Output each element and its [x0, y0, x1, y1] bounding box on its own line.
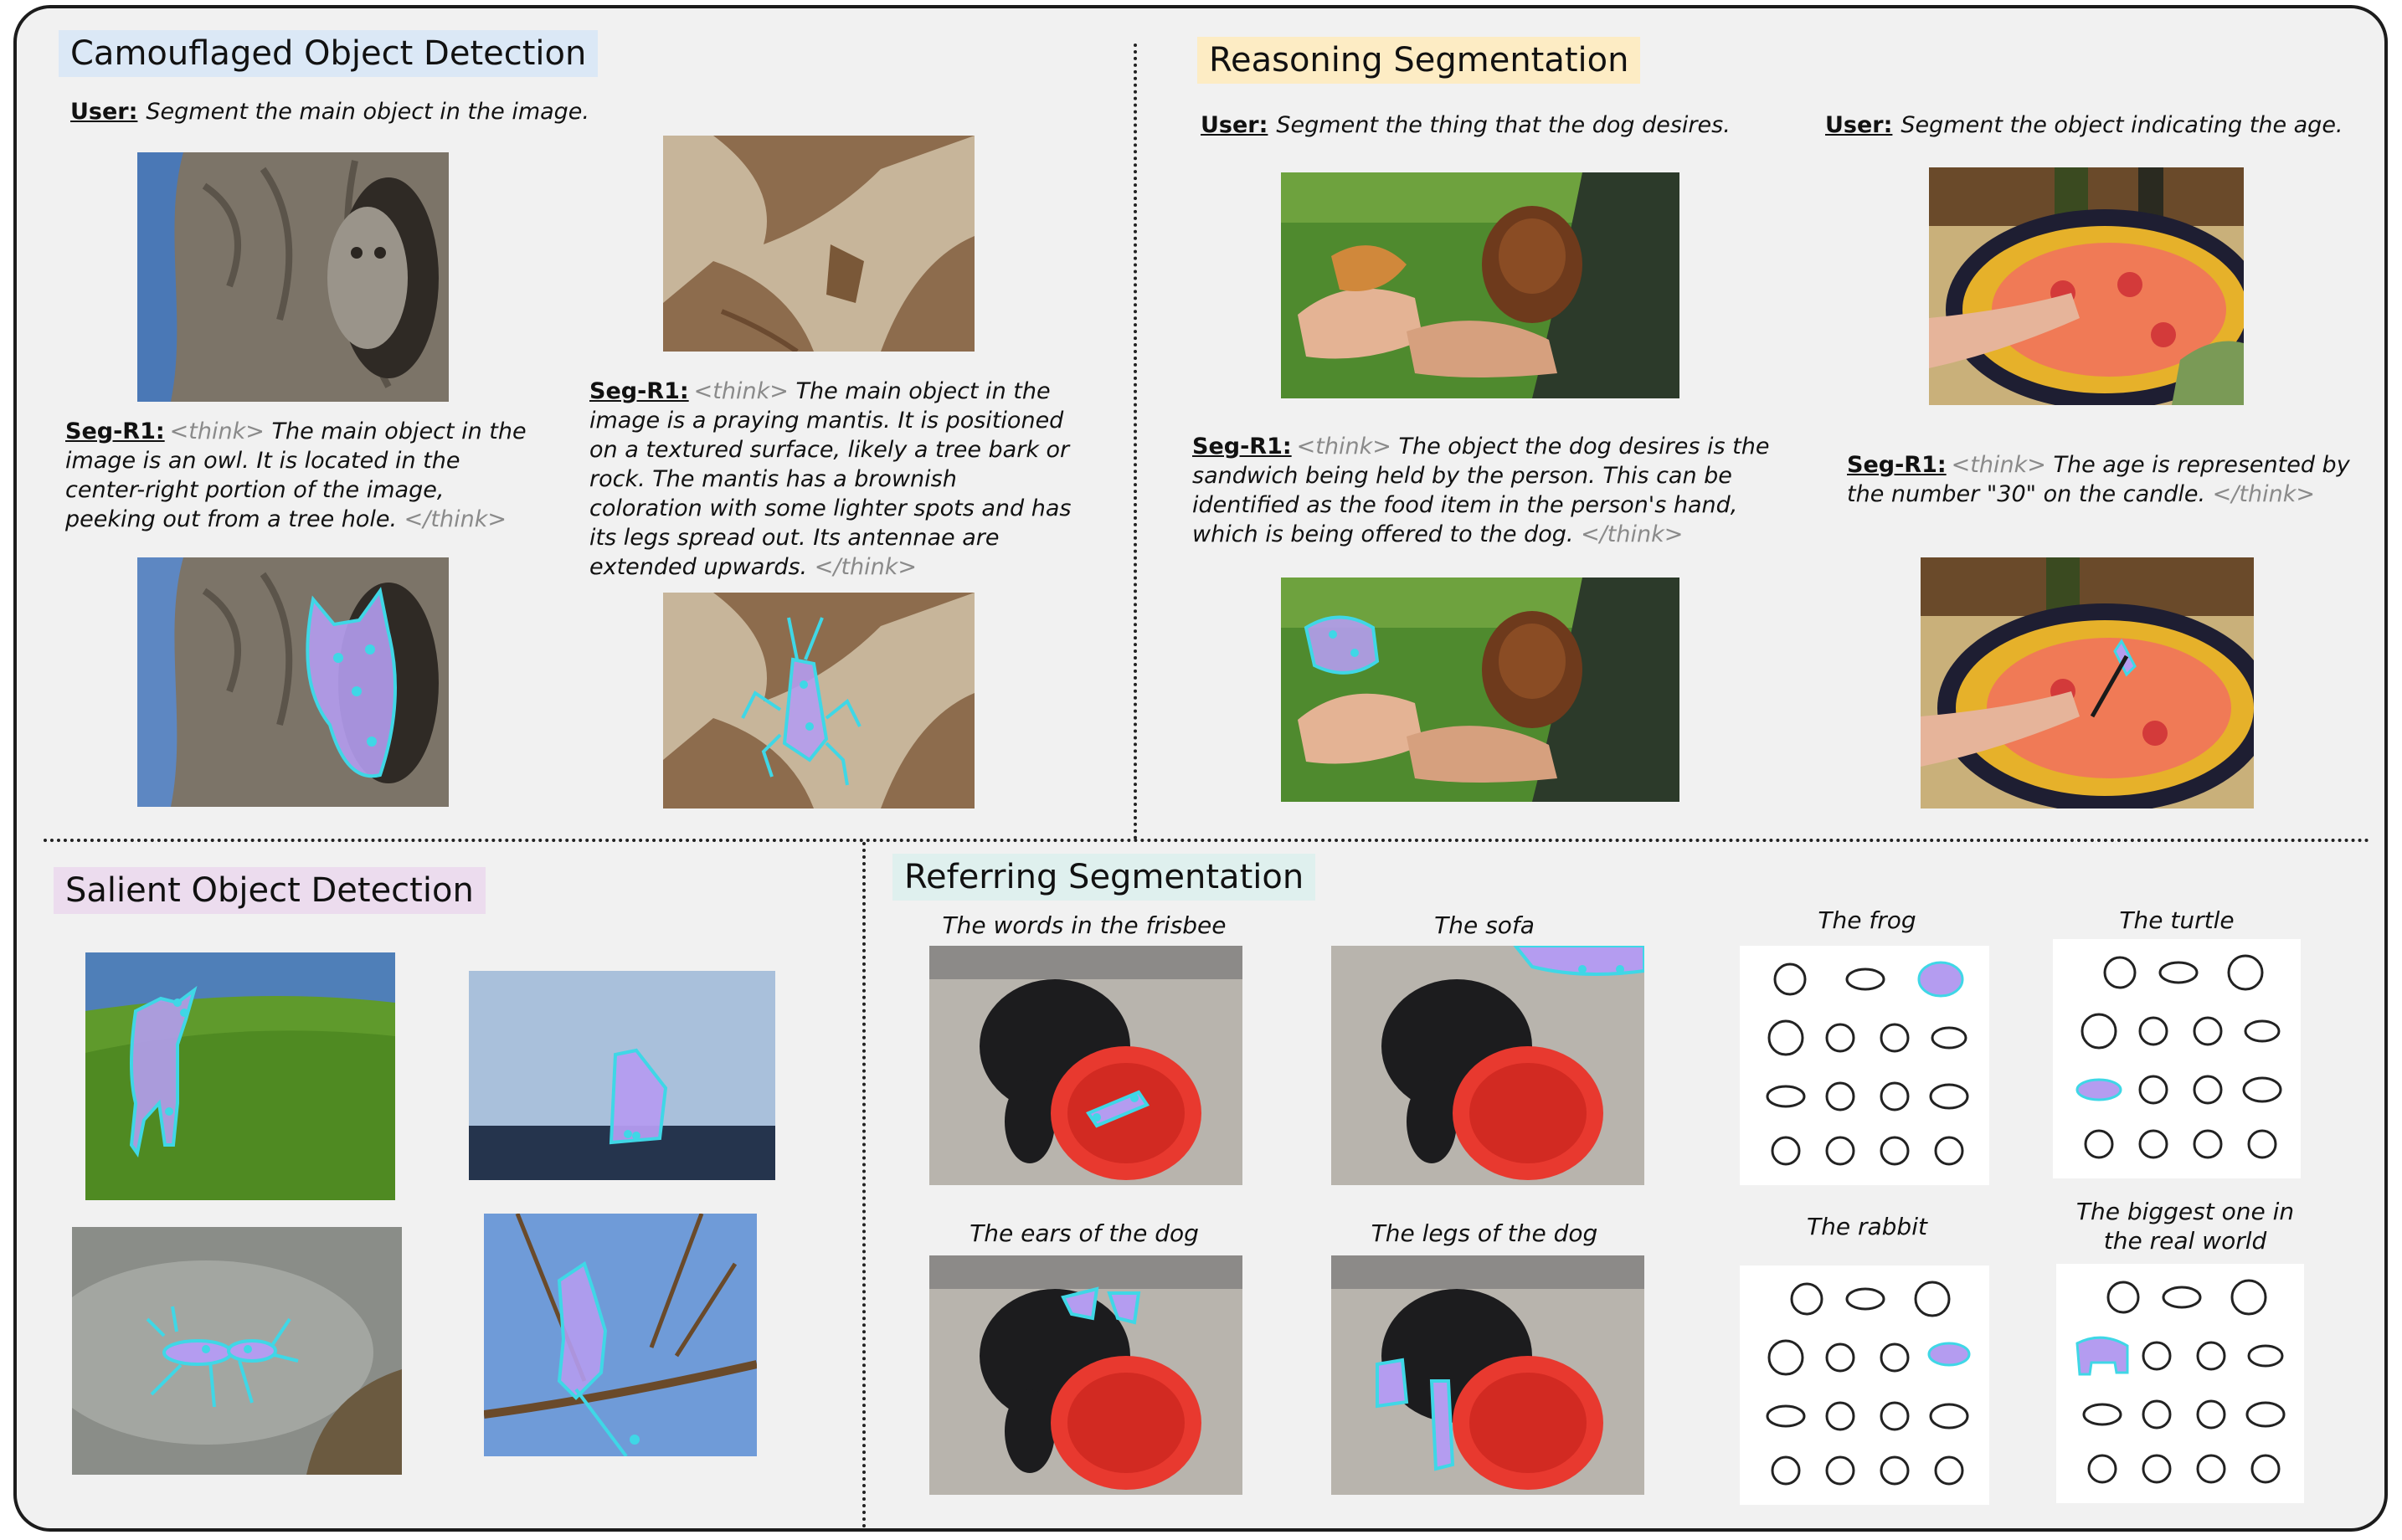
prompt-text: Segment the main object in the image. [146, 99, 589, 125]
user-label: User: [70, 99, 138, 125]
prompt-text: Segment the thing that the dog desires. [1276, 112, 1731, 138]
referring-section-title: Referring Segmentation [892, 854, 1316, 901]
ant-segmented-image [72, 1227, 402, 1475]
think-open-tag: <think> [1296, 434, 1391, 459]
seg-r1-label: Seg-R1: [1847, 452, 1947, 478]
caption-ears-of-dog: The ears of the dog [970, 1219, 1199, 1247]
sofa-segmented-image [1331, 946, 1644, 1185]
caption-sofa: The sofa [1434, 911, 1535, 939]
caption-biggest-one: The biggest one in the real world [2075, 1198, 2295, 1255]
seg-r1-label: Seg-R1: [1192, 434, 1292, 459]
mantis-input-image [663, 136, 975, 352]
reasoning-section-title: Reasoning Segmentation [1197, 37, 1641, 84]
salient-section-title: Salient Object Detection [54, 867, 486, 914]
dog-sandwich-input-image [1281, 172, 1679, 398]
camouflaged-user-prompt: User: Segment the main object in the imag… [70, 99, 589, 125]
biggest-one-sheet [2056, 1264, 2304, 1503]
caption-turtle: The turtle [2119, 906, 2235, 934]
seg-r1-label: Seg-R1: [589, 378, 689, 404]
middle-horizontal-divider [44, 839, 2371, 842]
camouflaged-response-owl: Seg-R1: <think> The main object in the im… [65, 417, 534, 534]
user-label: User: [1201, 112, 1268, 138]
bottom-vertical-divider [862, 842, 866, 1528]
top-vertical-divider [1134, 44, 1137, 840]
reasoning-response-dog: Seg-R1: <think> The object the dog desire… [1192, 432, 1778, 549]
camouflaged-section-title: Camouflaged Object Detection [59, 30, 599, 77]
caption-rabbit: The rabbit [1807, 1213, 1927, 1240]
think-open-tag: <think> [1951, 452, 2046, 478]
think-open-tag: <think> [169, 418, 265, 444]
rabbit-sheet [1740, 1265, 1989, 1505]
think-close-tag: </think> [404, 506, 507, 532]
dog-legs-segmented-image [1331, 1255, 1644, 1495]
turtle-sheet [2053, 939, 2301, 1178]
reasoning-user-prompt-age: User: Segment the object indicating the a… [1825, 112, 2343, 138]
caption-frog: The frog [1818, 906, 1916, 934]
prompt-text: Segment the object indicating the age. [1901, 112, 2343, 138]
user-label: User: [1825, 112, 1893, 138]
owl-input-image [137, 152, 449, 402]
think-close-tag: </think> [1581, 521, 1684, 547]
cake-input-image [1929, 167, 2244, 405]
bird-segmented-image [484, 1214, 757, 1456]
think-close-tag: </think> [814, 554, 918, 580]
think-open-tag: <think> [693, 378, 789, 404]
deer-segmented-image [85, 952, 395, 1200]
caption-legs-of-dog: The legs of the dog [1371, 1219, 1598, 1247]
reasoning-response-age: Seg-R1: <think> The age is represented by… [1847, 450, 2358, 509]
reasoning-user-prompt-dog: User: Segment the thing that the dog desi… [1201, 112, 1731, 138]
sailboat-segmented-image [469, 971, 775, 1180]
caption-words-in-frisbee: The words in the frisbee [942, 911, 1227, 939]
mantis-segmented-image [663, 593, 975, 808]
owl-segmented-image [137, 557, 449, 807]
frisbee-words-segmented-image [929, 946, 1242, 1185]
camouflaged-response-mantis: Seg-R1: <think> The main object in the im… [589, 377, 1075, 582]
seg-r1-label: Seg-R1: [65, 418, 165, 444]
dog-ears-segmented-image [929, 1255, 1242, 1495]
response-text: The main object in the image is a prayin… [589, 378, 1072, 580]
dog-sandwich-segmented-image [1281, 578, 1679, 802]
think-close-tag: </think> [2212, 481, 2315, 507]
frog-sheet [1740, 946, 1989, 1185]
cake-segmented-image [1921, 557, 2254, 808]
